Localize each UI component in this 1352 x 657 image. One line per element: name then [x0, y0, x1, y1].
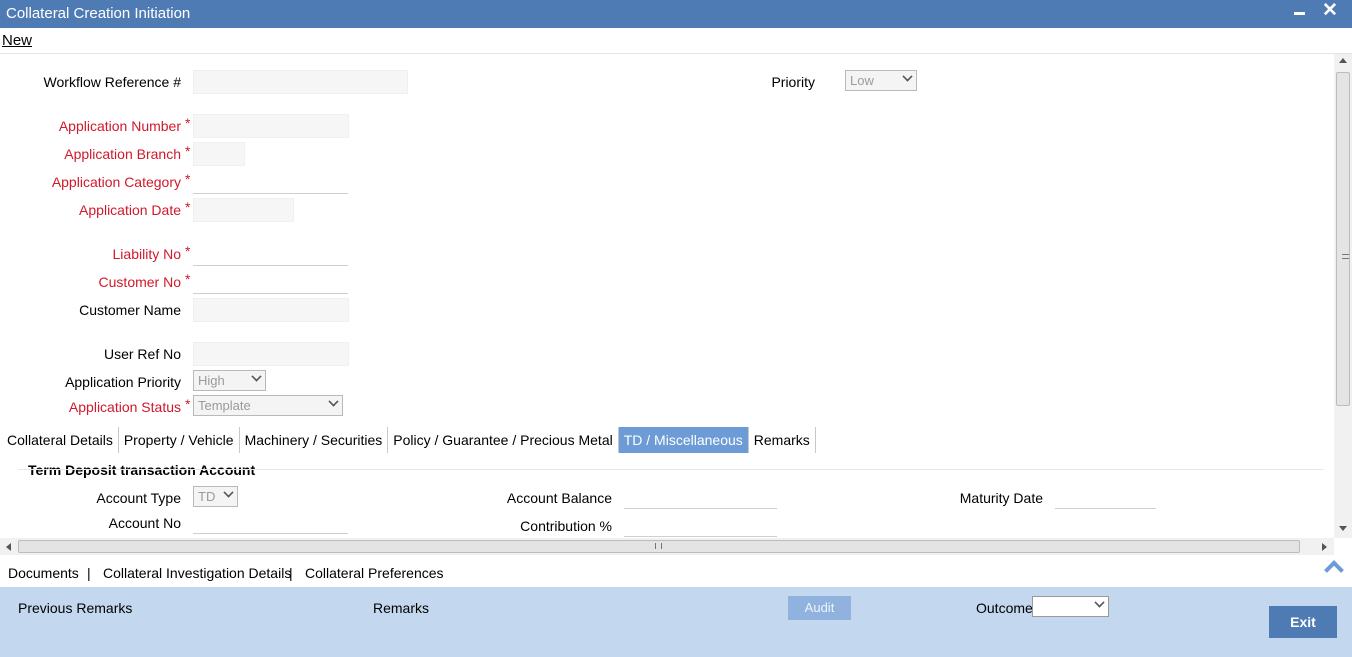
- vertical-scrollbar[interactable]: [1334, 54, 1352, 538]
- account-type-label: Account Type: [96, 490, 181, 506]
- application-date-label-text: Application Date: [79, 202, 181, 218]
- application-branch-label-text: Application Branch: [64, 146, 181, 162]
- footer-bar: Previous Remarks Remarks Audit Outcome E…: [0, 587, 1352, 657]
- application-status-label-text: Application Status: [68, 399, 181, 415]
- previous-remarks-label[interactable]: Previous Remarks: [18, 600, 132, 616]
- application-number-field[interactable]: [193, 114, 349, 138]
- required-marker: *: [185, 199, 191, 215]
- application-branch-field[interactable]: [193, 142, 245, 166]
- user-ref-no-field[interactable]: [193, 342, 349, 366]
- account-no-label: Account No: [108, 515, 181, 531]
- liability-no-field[interactable]: [193, 242, 348, 266]
- close-icon[interactable]: ✕: [1322, 0, 1338, 22]
- application-branch-label: Application Branch: [64, 146, 181, 162]
- application-number-label: Application Number: [59, 118, 181, 134]
- application-priority-select[interactable]: High: [193, 370, 266, 391]
- investigation-details-link[interactable]: Collateral Investigation Details: [103, 565, 291, 581]
- preferences-link[interactable]: Collateral Preferences: [305, 565, 444, 581]
- required-marker: *: [185, 115, 191, 131]
- subscreen-links: Documents | Collateral Investigation Det…: [0, 555, 1352, 587]
- contribution-field[interactable]: [624, 513, 777, 537]
- priority-label: Priority: [771, 74, 815, 90]
- outcome-label: Outcome: [976, 600, 1033, 616]
- documents-link[interactable]: Documents: [8, 565, 79, 581]
- audit-button[interactable]: Audit: [788, 596, 851, 620]
- workflow-ref-label: Workflow Reference #: [43, 74, 181, 90]
- chevron-down-icon: [328, 396, 339, 407]
- remarks-label[interactable]: Remarks: [373, 600, 429, 616]
- chevron-down-icon: [1094, 597, 1105, 608]
- application-date-label: Application Date: [79, 202, 181, 218]
- link-separator: |: [87, 565, 91, 581]
- horizontal-scrollbar[interactable]: [0, 538, 1334, 555]
- customer-name-field[interactable]: [193, 298, 349, 322]
- application-status-label: Application Status: [69, 399, 181, 415]
- priority-select[interactable]: Low: [845, 70, 917, 91]
- account-balance-label: Account Balance: [506, 490, 612, 506]
- grip-icon: [655, 543, 662, 549]
- account-balance-field[interactable]: [624, 485, 777, 509]
- chevron-down-icon: [223, 487, 234, 498]
- required-marker: *: [185, 171, 191, 187]
- application-category-label-text: Application Category: [51, 174, 181, 190]
- tab-td-miscellaneous[interactable]: TD / Miscellaneous: [618, 427, 749, 453]
- link-separator: |: [289, 565, 293, 581]
- maturity-date-field[interactable]: [1055, 485, 1156, 509]
- required-marker: *: [185, 271, 191, 287]
- customer-name-label: Customer Name: [79, 302, 181, 318]
- application-priority-label: Application Priority: [65, 374, 181, 390]
- application-status-value: Template: [198, 398, 251, 413]
- application-number-label-text: Application Number: [58, 118, 181, 134]
- priority-value: Low: [850, 73, 874, 88]
- vertical-scroll-thumb[interactable]: [1336, 72, 1350, 406]
- minimize-icon[interactable]: [1294, 12, 1305, 15]
- account-no-field[interactable]: [193, 510, 348, 534]
- contribution-label: Contribution %: [520, 518, 612, 534]
- application-priority-value: High: [198, 373, 225, 388]
- scroll-left-icon[interactable]: [6, 543, 11, 551]
- application-category-field[interactable]: [193, 170, 348, 194]
- section-title: Term Deposit transaction Account: [28, 462, 256, 478]
- application-date-field[interactable]: [193, 198, 294, 222]
- exit-button[interactable]: Exit: [1269, 606, 1337, 638]
- tab-bar: Collateral Details Property / Vehicle Ma…: [2, 427, 816, 453]
- scroll-down-icon[interactable]: [1339, 526, 1347, 531]
- liability-no-label-text: Liability No: [112, 246, 181, 262]
- section-divider: [18, 469, 1324, 470]
- account-type-value: TD: [198, 489, 216, 504]
- chevron-down-icon: [902, 71, 913, 82]
- tab-collateral-details[interactable]: Collateral Details: [2, 427, 119, 453]
- tab-remarks[interactable]: Remarks: [749, 427, 816, 453]
- customer-no-label-text: Customer No: [98, 274, 181, 290]
- required-marker: *: [185, 396, 191, 412]
- liability-no-label: Liability No: [113, 246, 181, 262]
- customer-no-field[interactable]: [193, 270, 348, 294]
- scroll-right-icon[interactable]: [1322, 543, 1327, 551]
- tab-policy-guarantee[interactable]: Policy / Guarantee / Precious Metal: [388, 427, 619, 453]
- window-titlebar: Collateral Creation Initiation ✕: [0, 0, 1352, 28]
- user-ref-no-label: User Ref No: [103, 346, 181, 362]
- menu-bar: New: [0, 28, 1352, 54]
- application-status-select[interactable]: Template: [193, 395, 343, 416]
- customer-no-label: Customer No: [99, 274, 181, 290]
- workflow-ref-field[interactable]: [193, 70, 408, 94]
- scroll-up-icon[interactable]: [1339, 58, 1347, 63]
- chevron-up-icon[interactable]: [1324, 560, 1344, 580]
- application-category-label: Application Category: [52, 174, 181, 190]
- outcome-select[interactable]: [1032, 596, 1109, 617]
- tab-machinery-securities[interactable]: Machinery / Securities: [240, 427, 389, 453]
- main-form: Workflow Reference # Priority Low Applic…: [0, 54, 1334, 538]
- maturity-date-label: Maturity Date: [959, 490, 1043, 506]
- window-title: Collateral Creation Initiation: [6, 5, 191, 22]
- grip-icon: [1342, 254, 1349, 259]
- required-marker: *: [185, 243, 191, 259]
- new-link[interactable]: New: [2, 32, 32, 49]
- account-type-select[interactable]: TD: [193, 486, 238, 507]
- chevron-down-icon: [251, 371, 262, 382]
- tab-property-vehicle[interactable]: Property / Vehicle: [119, 427, 240, 453]
- required-marker: *: [185, 143, 191, 159]
